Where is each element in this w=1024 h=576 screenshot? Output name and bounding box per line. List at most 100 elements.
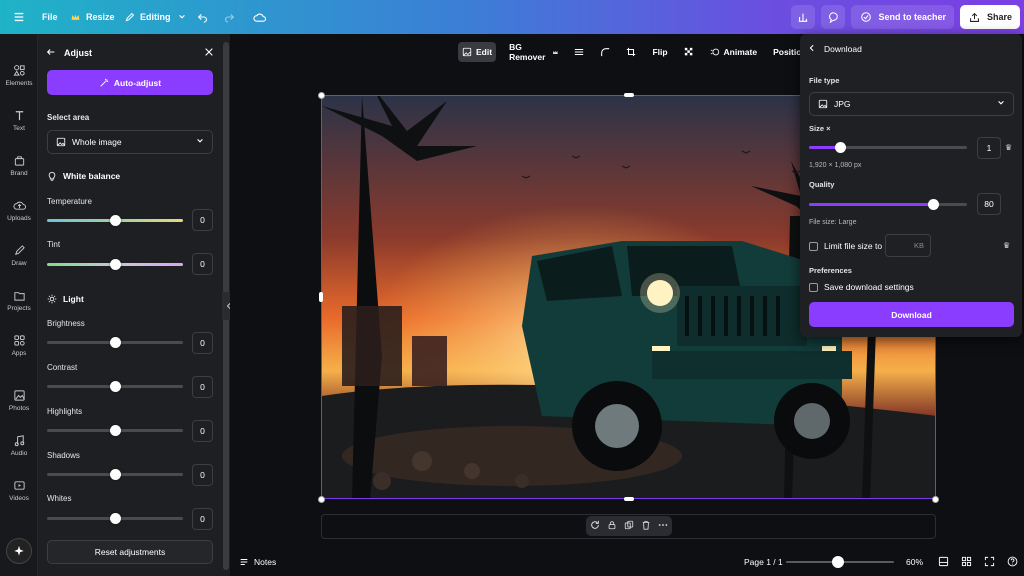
file-size-limit-input[interactable]: KB <box>885 234 931 257</box>
file-type-dropdown[interactable]: JPG <box>809 92 1014 116</box>
whites-value[interactable]: 0 <box>192 508 213 530</box>
undo-button[interactable] <box>196 0 210 34</box>
chevron-down-icon <box>175 10 189 24</box>
magic-assistant-button[interactable] <box>6 538 32 564</box>
crown-icon <box>68 10 82 24</box>
crop-button[interactable] <box>623 42 639 62</box>
insights-button[interactable] <box>791 5 816 29</box>
rail-item-draw[interactable]: Draw <box>0 244 38 267</box>
brightness-slider[interactable] <box>47 337 183 348</box>
slider-knob[interactable] <box>109 381 121 392</box>
cloud-save-status[interactable] <box>252 0 266 34</box>
rail-item-projects[interactable]: Projects <box>0 289 38 312</box>
limit-file-size-checkbox[interactable]: Limit file size to <box>809 241 882 251</box>
rail-item-elements[interactable]: Elements <box>0 64 38 87</box>
left-rail: Elements Text Brand Uploads Draw Project… <box>0 34 38 576</box>
tint-value[interactable]: 0 <box>192 253 213 275</box>
resize-handle-bottom-left[interactable] <box>318 496 325 503</box>
resize-handle-top[interactable] <box>624 93 634 97</box>
quality-slider[interactable] <box>809 199 967 210</box>
rotate-icon[interactable] <box>590 520 600 532</box>
rail-item-audio[interactable]: Audio <box>0 434 38 457</box>
bg-remover-label: BG Remover <box>509 42 546 62</box>
size-value[interactable]: 1 <box>977 137 1001 159</box>
resize-handle-left[interactable] <box>319 292 323 302</box>
page-indicator[interactable]: Page 1 / 1 <box>744 557 783 567</box>
zoom-slider[interactable] <box>786 556 894 568</box>
quality-slider-knob[interactable] <box>928 199 940 210</box>
close-icon[interactable] <box>204 47 214 59</box>
trash-icon[interactable] <box>641 520 651 532</box>
zoom-slider-knob[interactable] <box>831 556 844 568</box>
transparency-button[interactable] <box>681 42 697 62</box>
rail-item-apps[interactable]: Apps <box>0 334 38 357</box>
pages-view-icon[interactable] <box>938 556 949 569</box>
auto-adjust-button[interactable]: Auto-adjust <box>47 70 213 95</box>
file-menu[interactable]: File <box>42 0 58 34</box>
notes-button[interactable]: Notes <box>239 557 276 567</box>
light-label: Light <box>63 294 84 304</box>
edit-image-button[interactable]: Edit <box>458 42 497 62</box>
highlights-slider[interactable] <box>47 425 183 436</box>
bar-chart-icon <box>796 10 810 24</box>
back-chevron-icon[interactable] <box>808 44 816 54</box>
duplicate-icon[interactable] <box>624 520 634 532</box>
line-style-button[interactable] <box>571 42 587 62</box>
highlights-value[interactable]: 0 <box>192 420 213 442</box>
slider-knob[interactable] <box>109 469 121 480</box>
slider-knob[interactable] <box>109 425 121 436</box>
slider-knob[interactable] <box>109 337 121 348</box>
rail-item-uploads[interactable]: Uploads <box>0 199 38 222</box>
rail-item-text[interactable]: Text <box>0 109 38 132</box>
menu-button[interactable] <box>12 0 26 34</box>
download-button[interactable]: Download <box>809 302 1014 327</box>
quality-value[interactable]: 80 <box>977 193 1001 215</box>
select-area-value: Whole image <box>72 137 122 147</box>
temperature-value[interactable]: 0 <box>192 209 213 231</box>
fullscreen-icon[interactable] <box>984 556 995 569</box>
checkbox-box[interactable] <box>809 282 818 292</box>
slider-knob[interactable] <box>109 215 121 226</box>
size-slider-knob[interactable] <box>835 142 847 153</box>
corner-rounding-button[interactable] <box>597 42 613 62</box>
rail-item-videos[interactable]: Videos <box>0 479 38 502</box>
reset-adjustments-button[interactable]: Reset adjustments <box>47 540 213 564</box>
size-slider[interactable] <box>809 142 967 153</box>
grid-view-icon[interactable] <box>961 556 972 569</box>
resize-handle-bottom-right[interactable] <box>932 496 939 503</box>
bg-remover-button[interactable]: BG Remover <box>506 42 561 62</box>
slider-knob[interactable] <box>109 513 121 524</box>
rail-item-photos[interactable]: Photos <box>0 389 38 412</box>
select-area-dropdown[interactable]: Whole image <box>47 130 213 154</box>
help-icon[interactable] <box>1007 556 1018 569</box>
resize-button[interactable]: Resize <box>68 0 115 34</box>
contrast-slider[interactable] <box>47 381 183 392</box>
shadows-value[interactable]: 0 <box>192 464 213 486</box>
temperature-slider[interactable] <box>47 215 183 226</box>
lock-icon[interactable] <box>607 520 617 532</box>
resize-handle-top-left[interactable] <box>318 92 325 99</box>
back-arrow-icon[interactable] <box>46 47 56 59</box>
resize-handle-bottom[interactable] <box>624 497 634 501</box>
comment-icon <box>826 10 840 24</box>
flip-button[interactable]: Flip <box>649 42 670 62</box>
shadows-slider[interactable] <box>47 469 183 480</box>
image-icon <box>818 99 828 109</box>
whites-slider[interactable] <box>47 513 183 524</box>
more-options-icon[interactable] <box>658 520 668 532</box>
share-button[interactable]: Share <box>959 5 1020 29</box>
contrast-value[interactable]: 0 <box>192 376 213 398</box>
send-to-teacher-button[interactable]: Send to teacher <box>851 5 954 29</box>
redo-button[interactable] <box>222 0 236 34</box>
slider-label: Brightness <box>47 319 85 328</box>
rail-item-brand[interactable]: Brand <box>0 154 38 177</box>
save-download-settings-checkbox[interactable]: Save download settings <box>809 282 914 292</box>
animate-button[interactable]: Animate <box>707 42 761 62</box>
tint-slider[interactable] <box>47 259 183 270</box>
slider-knob[interactable] <box>109 259 121 270</box>
editing-mode-button[interactable]: Editing <box>122 0 189 34</box>
zoom-level[interactable]: 60% <box>906 557 923 567</box>
checkbox-box[interactable] <box>809 241 818 251</box>
brightness-value[interactable]: 0 <box>192 332 213 354</box>
comments-button[interactable] <box>821 5 846 29</box>
